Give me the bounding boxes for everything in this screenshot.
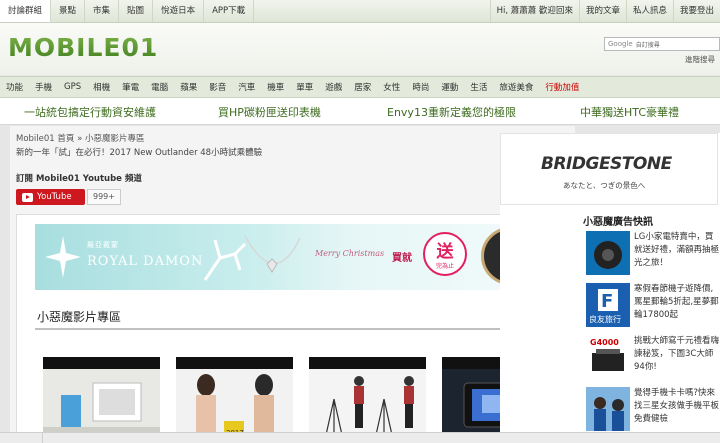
video-panel: 羅亞戴蒙 ROYAL DAMON Merry Christmas 買就 送 完為… xyxy=(16,214,571,443)
promo-link[interactable]: 買HP碳粉匣送印表機 xyxy=(218,104,321,120)
ad-merry-christmas: Merry Christmas xyxy=(315,249,385,258)
ad-gift-badge: 送 完為止 xyxy=(423,232,467,276)
side-ad-text: 寒假春節機子遊降價,罵星郵輪5折起,星夢郵輪17800起 xyxy=(634,284,719,320)
printer-model-label: G4000 xyxy=(590,338,619,347)
travel-agency-logo: F 良友旅行 xyxy=(586,283,630,327)
category-item[interactable]: GPS xyxy=(58,82,87,92)
subscribe-label: 訂閱 Mobile01 Youtube 頻道 xyxy=(16,174,142,184)
category-item[interactable]: 時尚 xyxy=(406,81,435,93)
category-item[interactable]: 手機 xyxy=(29,81,58,93)
jewelry-ad-banner[interactable]: 羅亞戴蒙 ROYAL DAMON Merry Christmas 買就 送 完為… xyxy=(35,224,564,290)
bottom-status-bar xyxy=(0,432,720,443)
youtube-button-label: YouTube xyxy=(37,192,72,202)
ad-gift-subtext: 完為止 xyxy=(435,263,454,270)
category-item[interactable]: 單車 xyxy=(290,81,319,93)
video-thumbnail[interactable] xyxy=(309,357,426,443)
category-item[interactable]: 遊戲 xyxy=(319,81,348,93)
site-header: MOBILE01 Google 自訂搜尋 進階搜尋 xyxy=(0,23,720,75)
top-tabs: 討論群組 景點 市集 貼圖 悅遊日本 APP下載 xyxy=(0,0,255,22)
tab-app-download[interactable]: APP下載 xyxy=(204,0,255,22)
video-thumbnail[interactable]: 2017 xyxy=(176,357,293,443)
advanced-search-link[interactable]: 進階搜尋 xyxy=(685,54,715,65)
printer-image: G4000 xyxy=(586,335,630,379)
tab-forum[interactable]: 討論群組 xyxy=(0,0,52,22)
promo-link[interactable]: 中華獨送HTC豪華禮 xyxy=(580,104,679,120)
promo-link[interactable]: 一站統包搞定行動資安維護 xyxy=(24,104,156,120)
travel-agency-name: 良友旅行 xyxy=(589,314,621,324)
ad-bridgestone-logo: BRIDGESTONE xyxy=(541,154,672,174)
side-ad-text: LG小家電特賣中，買就送好禮，滿額再抽極光之旅！ xyxy=(634,232,720,268)
youtube-icon xyxy=(22,192,33,202)
section-title: 小惡魔影片專區 xyxy=(37,310,122,324)
star-logo-icon xyxy=(45,236,81,278)
ad-brand-chinese: 羅亞戴蒙 xyxy=(87,241,119,249)
category-item[interactable]: 生活 xyxy=(464,81,493,93)
category-item[interactable]: 運動 xyxy=(435,81,464,93)
category-bar: 功能 手機 GPS 相機 筆電 電腦 蘋果 影音 汽車 機車 單車 遊戲 居家 … xyxy=(0,76,720,98)
side-ad-item[interactable]: F 良友旅行 寒假春節機子遊降價,罵星郵輪5折起,星夢郵輪17800起 xyxy=(586,283,720,331)
category-item[interactable]: 電腦 xyxy=(145,81,174,93)
youtube-subscribe-button[interactable]: YouTube xyxy=(16,189,85,205)
ad-bridgestone-tagline: あなたと、つぎの景色へ xyxy=(563,181,646,190)
search-placeholder: 自訂搜尋 xyxy=(635,41,660,49)
section-divider xyxy=(35,328,564,330)
tab-photos[interactable]: 貼圖 xyxy=(119,0,154,22)
category-item[interactable]: 居家 xyxy=(348,81,377,93)
ad-buy-text: 買就 xyxy=(392,253,412,264)
logo-text: MOBILE01 xyxy=(8,33,158,62)
category-item[interactable]: 汽車 xyxy=(232,81,261,93)
side-ad-text: 挑戰大師寫千元禮看嗨諫秘笈，下圖3C大師94你! xyxy=(634,336,720,372)
top-navigation-bar: 討論群組 景點 市集 貼圖 悅遊日本 APP下載 Hi, 蕭蕭蕭 歡迎回來 我的… xyxy=(0,0,720,23)
category-item[interactable]: 筆電 xyxy=(116,81,145,93)
mobile01-logo[interactable]: MOBILE01 xyxy=(8,32,170,64)
tab-market[interactable]: 市集 xyxy=(85,0,120,22)
category-item[interactable]: 旅遊美食 xyxy=(493,81,539,93)
category-item[interactable]: 影音 xyxy=(203,81,232,93)
promo-bar: 一站統包搞定行動資安維護 買HP碳粉匣送印表機 Envy13重新定義您的極限 中… xyxy=(0,98,720,125)
ad-gift-text: 送 xyxy=(436,242,454,262)
promo-link[interactable]: Envy13重新定義您的極限 xyxy=(387,104,516,120)
category-item[interactable]: 功能 xyxy=(0,81,29,93)
reindeer-necklace-icon xyxy=(203,235,301,281)
featured-headline[interactable]: 新的一年「試」在必行！2017 New Outlander 48小時試乘體驗 xyxy=(16,146,262,158)
private-messages-link[interactable]: 私人訊息 xyxy=(625,0,673,22)
my-articles-link[interactable]: 我的文章 xyxy=(578,0,626,22)
category-item[interactable]: 女性 xyxy=(377,81,406,93)
category-item-mobile-value[interactable]: 行動加值 xyxy=(539,81,585,93)
category-item[interactable]: 機車 xyxy=(261,81,290,93)
search-input[interactable]: Google 自訂搜尋 xyxy=(604,37,720,51)
side-ad-item[interactable]: 覺得手機卡卡嗎?快來找三星女孩做手機平板免費健檢 xyxy=(586,387,720,435)
main-content: Mobile01 首頁 » 小惡魔影片專區 新的一年「試」在必行！2017 Ne… xyxy=(10,126,575,443)
bridgestone-ad[interactable]: BRIDGESTONE あなたと、つぎの景色へ xyxy=(500,133,718,205)
user-menu: Hi, 蕭蕭蕭 歡迎回來 我的文章 私人訊息 我要登出 xyxy=(489,0,720,22)
subscriber-count: 999+ xyxy=(87,189,121,205)
ad-brand-english: ROYAL DAMON xyxy=(87,254,204,269)
logout-link[interactable]: 我要登出 xyxy=(672,0,720,22)
user-greeting[interactable]: Hi, 蕭蕭蕭 歡迎回來 xyxy=(489,0,579,22)
category-item[interactable]: 蘋果 xyxy=(174,81,203,93)
side-ads-title: 小惡魔廣告快訊 xyxy=(583,217,653,228)
phone-checkup-image xyxy=(586,387,630,431)
side-ad-item[interactable]: LG小家電特賣中，買就送好禮，滿額再抽極光之旅！ xyxy=(586,231,720,279)
robot-vacuum-image xyxy=(586,231,630,275)
category-item[interactable]: 相機 xyxy=(87,81,116,93)
tab-japan[interactable]: 悅遊日本 xyxy=(153,0,205,22)
google-label: Google xyxy=(608,40,633,48)
svg-text:F: F xyxy=(601,291,613,312)
breadcrumb[interactable]: Mobile01 首頁 » 小惡魔影片專區 xyxy=(16,132,145,144)
side-ad-text: 覺得手機卡卡嗎?快來找三星女孩做手機平板免費健檢 xyxy=(634,388,720,424)
tab-spots[interactable]: 景點 xyxy=(51,0,86,22)
side-ad-item[interactable]: G4000 挑戰大師寫千元禮看嗨諫秘笈，下圖3C大師94你! xyxy=(586,335,720,383)
video-thumbnail[interactable] xyxy=(43,357,160,443)
